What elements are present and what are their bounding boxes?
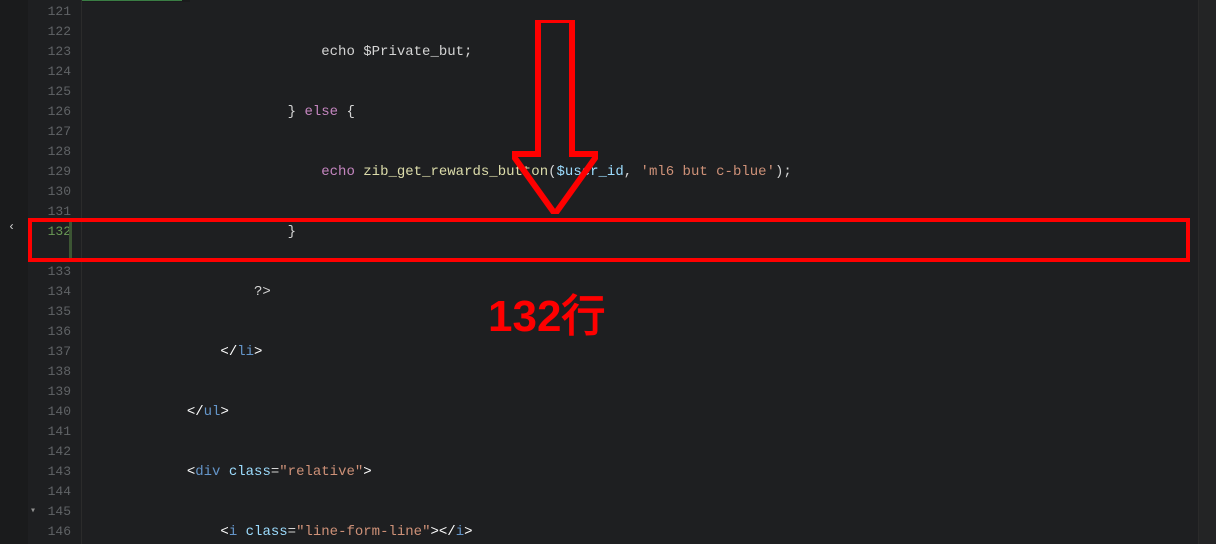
activity-bar[interactable]: ‹ — [0, 0, 28, 544]
minimap[interactable] — [1198, 0, 1216, 544]
line-number[interactable]: 126 — [28, 102, 71, 122]
line-number[interactable]: 137 — [28, 342, 71, 362]
line-number[interactable]: 145▾ — [28, 502, 71, 522]
line-number[interactable]: 144 — [28, 482, 71, 502]
line-number-gutter[interactable]: 1211221231241251261271281291301311321331… — [28, 0, 82, 544]
code-editor[interactable]: ‹ 12112212312412512612712812913013113213… — [0, 0, 1216, 544]
line-number[interactable]: 135 — [28, 302, 71, 322]
line-number[interactable]: 131 — [28, 202, 71, 222]
code-line: <i class="line-form-line"></i> — [82, 522, 1198, 542]
line-number[interactable]: 124 — [28, 62, 71, 82]
line-number[interactable]: 142 — [28, 442, 71, 462]
line-number[interactable]: 122 — [28, 22, 71, 42]
line-number[interactable]: 133 — [28, 262, 71, 282]
line-number[interactable]: 140 — [28, 402, 71, 422]
line-number[interactable]: 134 — [28, 282, 71, 302]
line-number[interactable]: 138 — [28, 362, 71, 382]
fold-icon[interactable]: ▾ — [30, 502, 36, 522]
line-number[interactable]: 130 — [28, 182, 71, 202]
line-number[interactable]: 146 — [28, 522, 71, 542]
line-number[interactable]: 128 — [28, 142, 71, 162]
code-line: <div class="relative"> — [82, 462, 1198, 482]
code-line: } — [82, 222, 1198, 242]
code-line: echo zib_get_rewards_button($user_id, 'm… — [82, 162, 1198, 182]
line-number[interactable]: 143 — [28, 462, 71, 482]
line-number[interactable]: 136 — [28, 322, 71, 342]
code-line: ?> — [82, 282, 1198, 302]
line-number[interactable]: 139 — [28, 382, 71, 402]
line-number[interactable]: 125 — [28, 82, 71, 102]
line-number[interactable]: 141 — [28, 422, 71, 442]
line-number[interactable]: 123 — [28, 42, 71, 62]
code-line: } else { — [82, 102, 1198, 122]
code-line: echo $Private_but; — [82, 42, 1198, 62]
line-number[interactable]: 132 — [28, 222, 71, 262]
code-line: </ul> — [82, 402, 1198, 422]
line-number[interactable]: 129 — [28, 162, 71, 182]
line-number[interactable]: 127 — [28, 122, 71, 142]
code-line: </li> — [82, 342, 1198, 362]
code-area[interactable]: echo $Private_but; } else { echo zib_get… — [82, 0, 1198, 544]
line-number[interactable]: 121 — [28, 2, 71, 22]
collapse-icon[interactable]: ‹ — [8, 220, 15, 234]
